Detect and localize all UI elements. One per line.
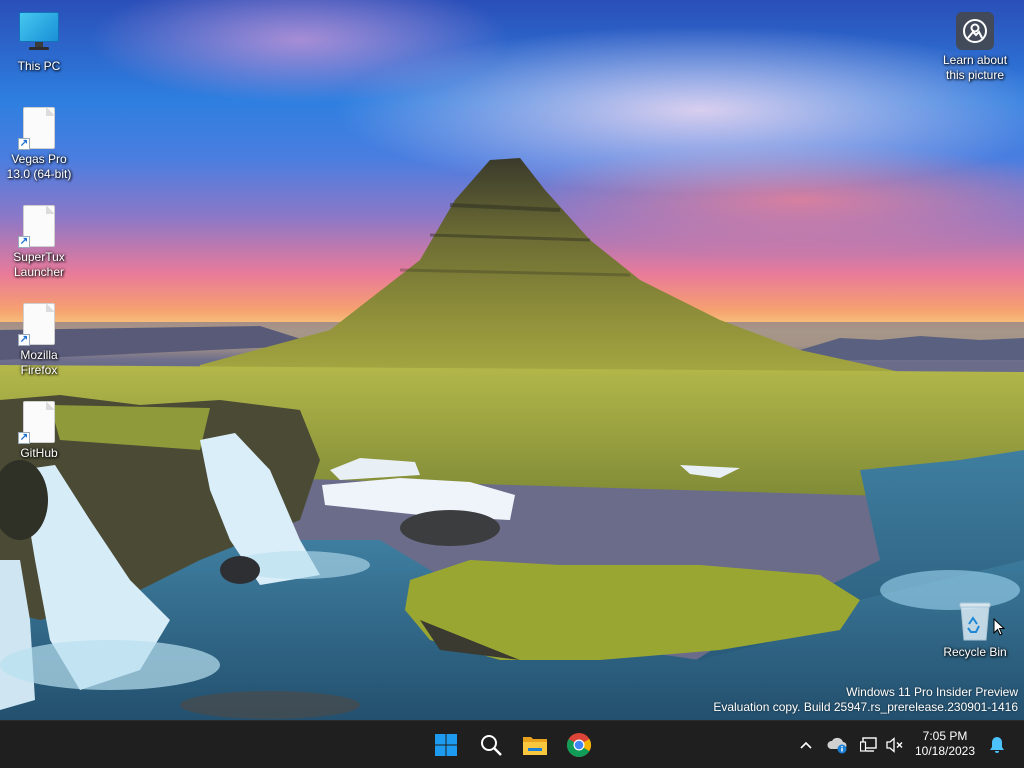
generic-file-icon: ↗ [18, 107, 55, 150]
taskbar-clock[interactable]: 7:05 PM 10/18/2023 [910, 729, 980, 759]
generic-file-icon: ↗ [18, 401, 55, 444]
volume-tray-button[interactable] [884, 721, 906, 769]
desktop-icon-label: This PC [17, 59, 61, 73]
clock-date: 10/18/2023 [914, 744, 976, 758]
clock-time: 7:05 PM [922, 729, 968, 743]
windows-start-icon [435, 734, 457, 756]
search-button[interactable] [473, 727, 509, 763]
search-icon [481, 735, 502, 756]
desktop-icon-supertux-launcher[interactable]: ↗ SuperTux Launcher [1, 205, 77, 280]
show-hidden-icons-button[interactable] [795, 721, 817, 769]
network-icon [860, 737, 877, 752]
shortcut-arrow-icon: ↗ [18, 432, 30, 444]
chevron-up-icon [800, 741, 812, 749]
desktop-icon-label: Learn about this picture [942, 53, 1008, 82]
file-explorer-button[interactable] [517, 727, 553, 763]
shortcut-arrow-icon: ↗ [18, 138, 30, 150]
desktop-icon-label: Recycle Bin [943, 645, 1007, 659]
generic-file-icon: ↗ [18, 205, 55, 248]
desktop-icon-label: GitHub [20, 446, 58, 460]
desktop-icon-label: SuperTux Launcher [13, 250, 65, 279]
desktop-icon-mozilla-firefox[interactable]: ↗ Mozilla Firefox [1, 303, 77, 378]
windows-evaluation-watermark: Windows 11 Pro Insider Preview Evaluatio… [713, 685, 1018, 715]
file-explorer-icon [523, 737, 547, 755]
shortcut-arrow-icon: ↗ [18, 236, 30, 248]
volume-muted-icon [886, 737, 903, 753]
desktop-icon-vegas-pro[interactable]: ↗ Vegas Pro 13.0 (64-bit) [1, 107, 77, 182]
notification-center-button[interactable] [986, 721, 1008, 769]
wallpaper-landscape [0, 158, 1024, 720]
desktop-icon-label: Mozilla Firefox [20, 348, 58, 377]
desktop-icon-github[interactable]: ↗ GitHub [1, 401, 77, 461]
chrome-icon [567, 733, 592, 758]
network-tray-button[interactable] [858, 721, 880, 769]
cloud-info-icon [827, 737, 847, 754]
chrome-button[interactable] [561, 727, 597, 763]
start-button[interactable] [428, 727, 464, 763]
notification-bell-icon [990, 737, 1004, 753]
onedrive-tray-button[interactable] [826, 721, 850, 769]
desktop-icon-this-pc[interactable]: This PC [1, 10, 77, 74]
watermark-line-2: Evaluation copy. Build 25947.rs_prerelea… [713, 700, 1018, 714]
desktop-icon-label: Vegas Pro 13.0 (64-bit) [6, 152, 72, 181]
desktop-icon-learn-about-picture[interactable]: Learn about this picture [936, 12, 1014, 83]
mouse-cursor-icon [993, 617, 1006, 641]
generic-file-icon: ↗ [18, 303, 55, 346]
watermark-line-1: Windows 11 Pro Insider Preview [846, 685, 1018, 699]
shortcut-arrow-icon: ↗ [18, 334, 30, 346]
camera-info-icon [956, 12, 994, 50]
taskbar: 7:05 PM 10/18/2023 [0, 720, 1024, 768]
recycle-bin-icon [957, 600, 993, 642]
computer-monitor-icon [19, 10, 59, 56]
desktop-wallpaper [0, 0, 1024, 720]
